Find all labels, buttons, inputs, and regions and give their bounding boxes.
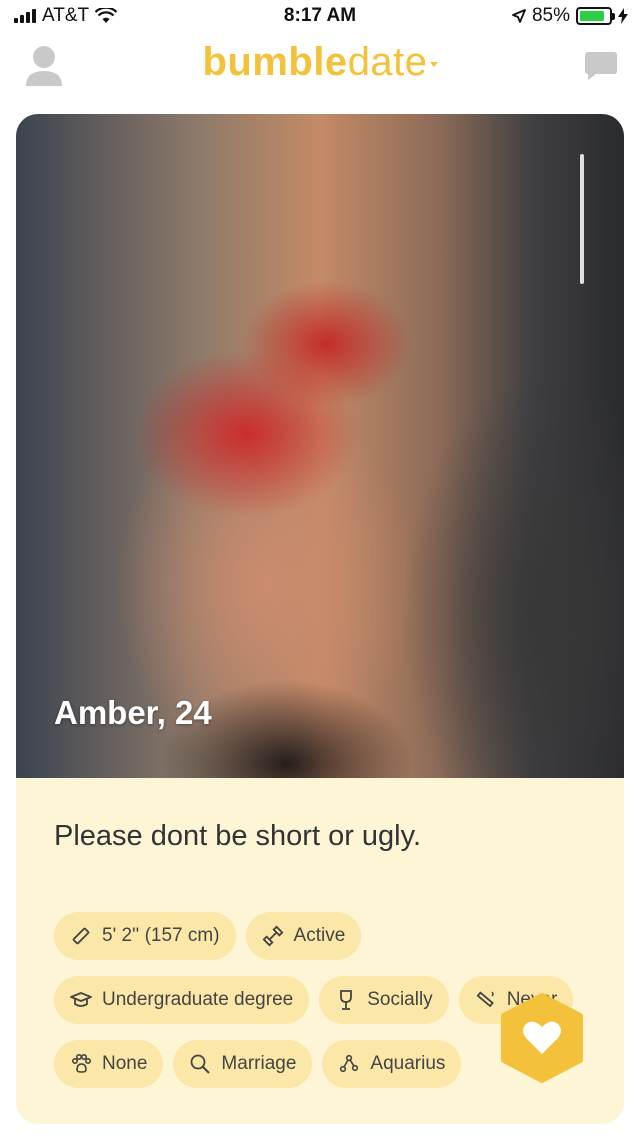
dumbbell-icon: [262, 925, 284, 947]
bumble-date-logo: bumbledate: [0, 40, 640, 85]
battery-fill: [580, 11, 604, 21]
graduation-cap-icon: [70, 992, 92, 1007]
profile-card[interactable]: Amber, 24 Please dont be short or ugly. …: [16, 114, 624, 1124]
exercise-label: Active: [293, 925, 346, 946]
logo-light: date: [347, 40, 428, 84]
education-badge: Undergraduate degree: [54, 976, 310, 1024]
status-bar: AT&T 8:17 AM 85%: [0, 0, 640, 34]
drinking-label: Socially: [367, 989, 433, 1010]
badge-row: 5' 2'' (157 cm) Active: [54, 912, 614, 960]
battery-percent: 85%: [531, 5, 570, 26]
star-sign-label: Aquarius: [370, 1053, 446, 1074]
wine-glass-icon: [340, 990, 353, 1010]
cigarette-icon: [476, 991, 494, 1008]
status-right: 85%: [512, 5, 628, 27]
looking-for-label: Marriage: [221, 1053, 297, 1074]
profile-photo[interactable]: [16, 114, 624, 778]
education-label: Undergraduate degree: [102, 989, 294, 1010]
chat-icon[interactable]: [584, 50, 618, 82]
ruler-icon: [72, 927, 90, 945]
zodiac-icon: [340, 1054, 359, 1073]
star-sign-badge: Aquarius: [322, 1040, 462, 1088]
charging-bolt-icon: [618, 8, 628, 24]
like-button[interactable]: [496, 992, 588, 1084]
looking-for-badge: Marriage: [173, 1040, 313, 1088]
height-badge: 5' 2'' (157 cm): [54, 912, 236, 960]
pets-badge: None: [54, 1040, 164, 1088]
battery-icon: [576, 7, 615, 25]
search-icon: [191, 1054, 211, 1074]
profile-bio: Please dont be short or ugly.: [54, 820, 422, 852]
pets-label: None: [102, 1053, 148, 1074]
photo-scroll-indicator: [580, 154, 584, 284]
exercise-badge: Active: [245, 912, 362, 960]
location-arrow-icon: [512, 9, 526, 23]
logo-bold: bumble: [202, 40, 348, 84]
drinking-badge: Socially: [319, 976, 449, 1024]
profile-name-age: Amber, 24: [54, 694, 212, 731]
app-header: bumbledate: [0, 34, 640, 106]
height-label: 5' 2'' (157 cm): [102, 925, 220, 946]
logo-dot-icon: [429, 62, 438, 68]
paw-icon: [71, 1053, 92, 1073]
